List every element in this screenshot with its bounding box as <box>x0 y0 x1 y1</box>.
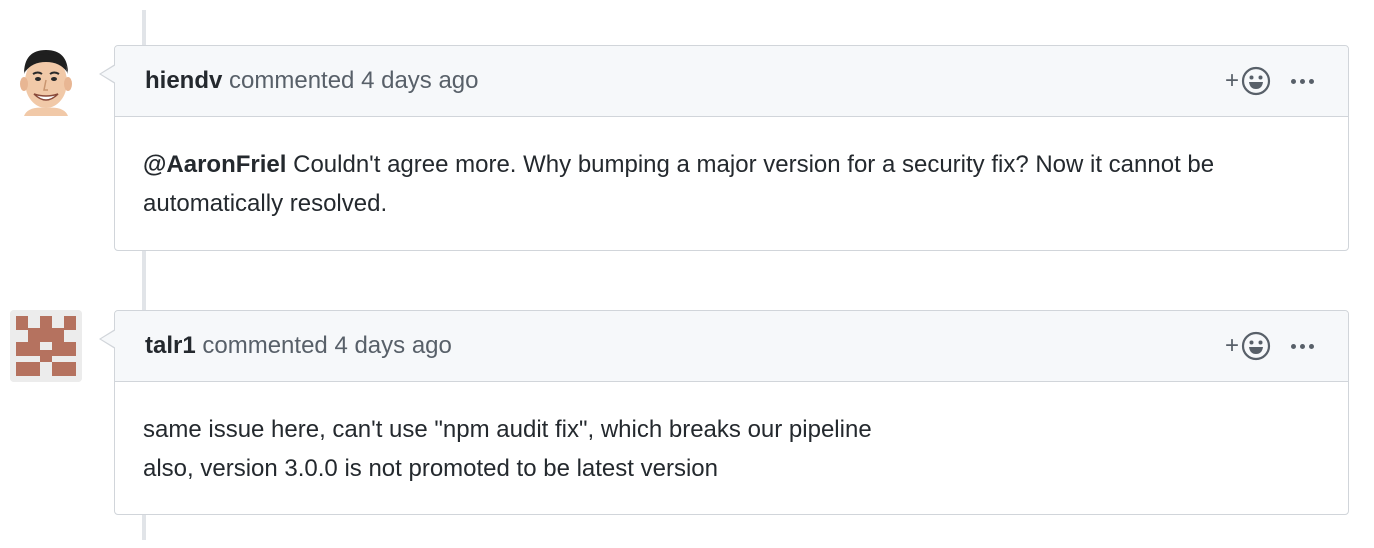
identicon-avatar-icon <box>10 310 82 382</box>
comment-timestamp[interactable]: 4 days ago <box>361 67 478 94</box>
comment-text-line: same issue here, can't use "npm audit fi… <box>143 416 872 443</box>
avatar[interactable] <box>10 310 82 382</box>
kebab-horizontal-icon[interactable] <box>1291 75 1314 88</box>
cartoon-face-avatar-icon <box>10 44 82 116</box>
comment-timestamp[interactable]: 4 days ago <box>334 332 451 359</box>
smiley-icon <box>1241 331 1271 361</box>
smiley-icon <box>1241 66 1271 96</box>
user-mention-link[interactable]: @AaronFriel <box>143 151 286 178</box>
comment-text: Couldn't agree more. Why bumping a major… <box>143 151 1215 217</box>
plus-label: + <box>1224 67 1239 94</box>
plus-label: + <box>1224 332 1239 359</box>
comment-action: commented <box>229 67 355 94</box>
comment-header: talr1 commented 4 days ago + <box>115 311 1348 382</box>
author-name[interactable]: hiendv <box>145 67 222 94</box>
comment-text-line: also, version 3.0.0 is not promoted to b… <box>143 455 718 482</box>
comment-actions: + <box>1225 311 1314 381</box>
comment-action: commented <box>202 332 328 359</box>
comment-body: @AaronFriel Couldn't agree more. Why bum… <box>115 117 1348 251</box>
comment-actions: + <box>1225 46 1314 116</box>
comment-box: hiendv commented 4 days ago + @AaronFrie… <box>99 45 1349 251</box>
comment-body: same issue here, can't use "npm audit fi… <box>115 382 1348 516</box>
kebab-horizontal-icon[interactable] <box>1291 340 1314 353</box>
comment-box: talr1 commented 4 days ago + same issue … <box>99 310 1349 516</box>
avatar[interactable] <box>10 44 82 116</box>
author-name[interactable]: talr1 <box>145 332 196 359</box>
comment-header: hiendv commented 4 days ago + <box>115 46 1348 117</box>
add-reaction-button[interactable]: + <box>1225 66 1271 96</box>
add-reaction-button[interactable]: + <box>1225 331 1271 361</box>
